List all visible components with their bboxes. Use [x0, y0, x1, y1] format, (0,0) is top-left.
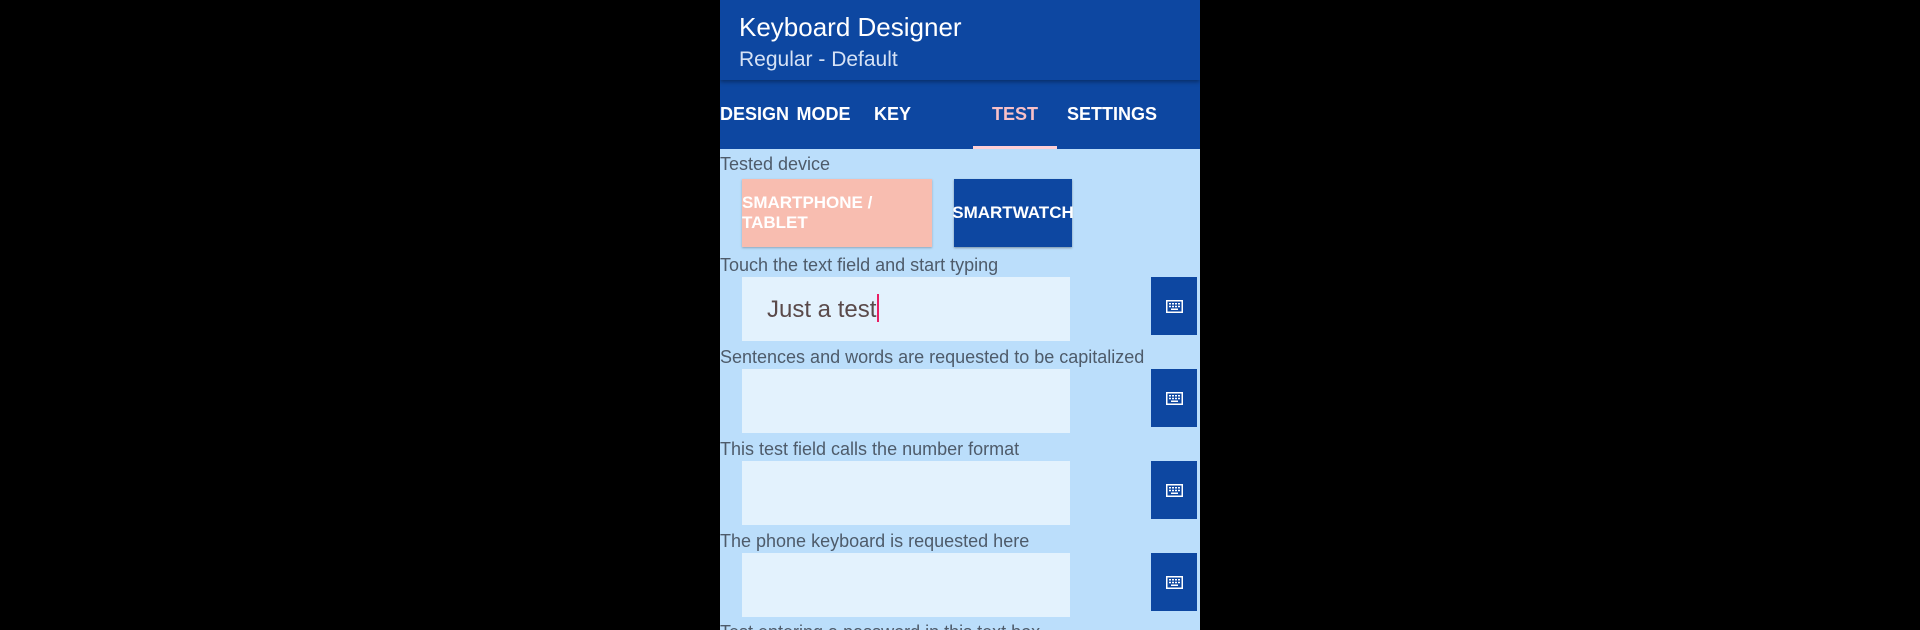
- tab-bar: DESIGN MODE KEY TEST SETTINGS: [720, 80, 1200, 149]
- keyboard-icon: [1165, 299, 1183, 313]
- field-label-typing: Touch the text field and start typing: [720, 255, 999, 275]
- tab-key[interactable]: KEY: [858, 80, 927, 149]
- keyboard-button[interactable]: [1151, 461, 1197, 519]
- field-label-password: Test entering a password in this text bo…: [720, 621, 1040, 630]
- phone-text-field[interactable]: [742, 553, 1070, 617]
- keyboard-button[interactable]: [1151, 369, 1197, 427]
- smartphone-tablet-button[interactable]: SMARTPHONE / TABLET: [742, 179, 932, 247]
- app-bar: Keyboard Designer Regular - Default: [720, 0, 1200, 80]
- keyboard-button[interactable]: [1151, 277, 1197, 335]
- keyboard-button[interactable]: [1151, 553, 1197, 611]
- number-text-field[interactable]: [742, 461, 1070, 525]
- tab-mode[interactable]: MODE: [789, 80, 858, 149]
- field-label-number: This test field calls the number format: [720, 439, 1020, 459]
- keyboard-icon: [1165, 575, 1183, 589]
- field-label-phone: The phone keyboard is requested here: [720, 531, 1030, 551]
- smartwatch-button[interactable]: SMARTWATCH: [952, 179, 1074, 247]
- tab-test[interactable]: TEST: [973, 80, 1057, 149]
- app-title: Keyboard Designer: [739, 12, 962, 42]
- keyboard-icon: [1165, 483, 1183, 497]
- keyboard-icon: [1165, 391, 1183, 405]
- text-caret: [877, 294, 880, 322]
- app-subtitle: Regular - Default: [739, 48, 898, 71]
- field-label-capitalized: Sentences and words are requested to be …: [720, 347, 1145, 367]
- capitalized-text-field[interactable]: [742, 369, 1070, 433]
- tab-settings[interactable]: SETTINGS: [1057, 80, 1167, 149]
- tab-design[interactable]: DESIGN: [720, 80, 789, 149]
- app-screen: Keyboard Designer Regular - Default DESI…: [720, 0, 1200, 630]
- test-text-value: Just a test: [767, 294, 880, 325]
- test-text-field[interactable]: Just a test: [742, 277, 1070, 341]
- tested-device-label: Tested device: [720, 154, 831, 174]
- active-tab-indicator: [973, 146, 1057, 149]
